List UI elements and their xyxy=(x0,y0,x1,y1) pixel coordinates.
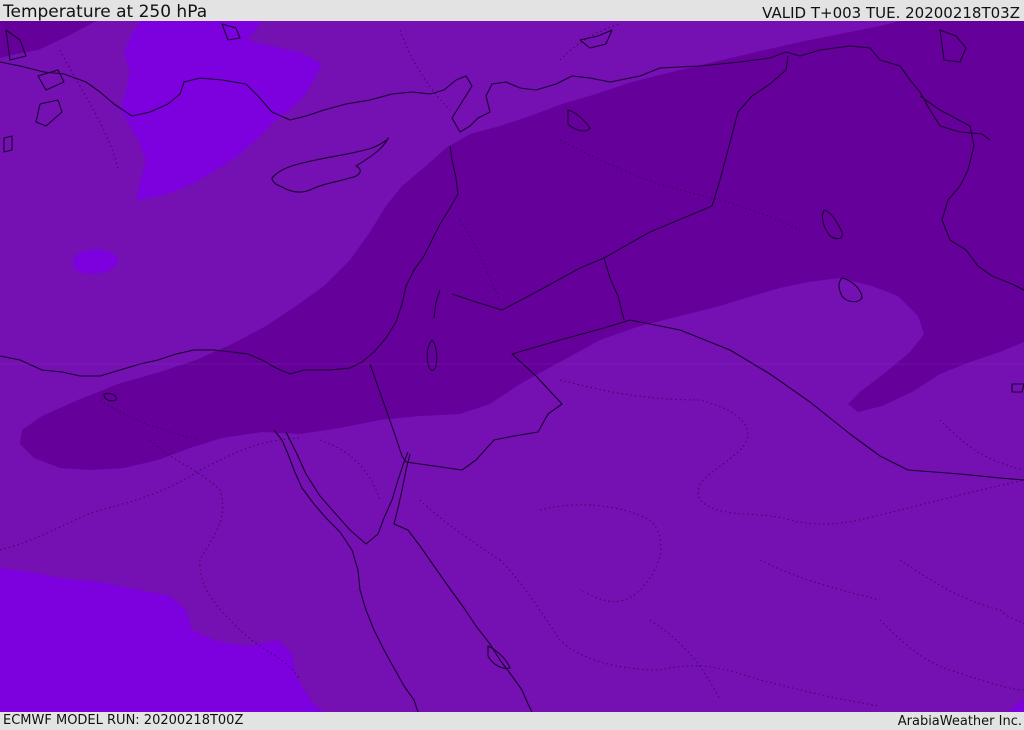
temperature-map xyxy=(0,21,1024,712)
header-bar: Temperature at 250 hPa VALID T+003 TUE. … xyxy=(0,0,1024,21)
map-area xyxy=(0,21,1024,712)
model-run-label: ECMWF MODEL RUN: 20200218T00Z xyxy=(3,713,244,728)
footer-bar: ECMWF MODEL RUN: 20200218T00Z ArabiaWeat… xyxy=(0,712,1024,729)
credit-label: ArabiaWeather Inc. xyxy=(897,714,1022,729)
valid-time-label: VALID T+003 TUE. 20200218T03Z xyxy=(762,4,1020,22)
map-title: Temperature at 250 hPa xyxy=(3,2,208,22)
